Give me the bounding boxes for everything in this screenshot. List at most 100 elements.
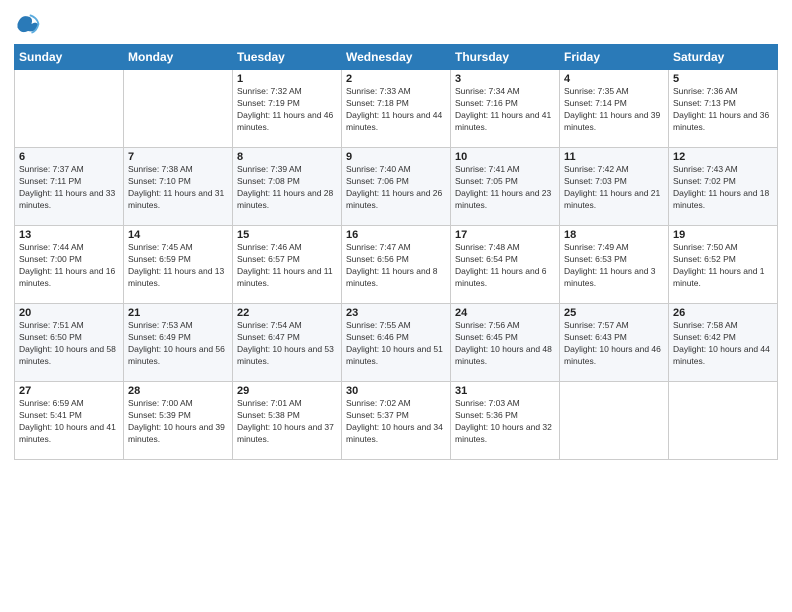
header-cell-thursday: Thursday — [451, 45, 560, 70]
page: SundayMondayTuesdayWednesdayThursdayFrid… — [0, 0, 792, 612]
calendar-cell: 14Sunrise: 7:45 AMSunset: 6:59 PMDayligh… — [124, 226, 233, 304]
day-info: Sunrise: 7:01 AMSunset: 5:38 PMDaylight:… — [237, 398, 337, 446]
day-info: Sunrise: 7:51 AMSunset: 6:50 PMDaylight:… — [19, 320, 119, 368]
day-number: 1 — [237, 73, 337, 85]
day-info: Sunrise: 7:50 AMSunset: 6:52 PMDaylight:… — [673, 242, 773, 290]
calendar-cell: 21Sunrise: 7:53 AMSunset: 6:49 PMDayligh… — [124, 304, 233, 382]
day-info: Sunrise: 7:38 AMSunset: 7:10 PMDaylight:… — [128, 164, 228, 212]
day-info: Sunrise: 7:57 AMSunset: 6:43 PMDaylight:… — [564, 320, 664, 368]
calendar-cell: 23Sunrise: 7:55 AMSunset: 6:46 PMDayligh… — [342, 304, 451, 382]
calendar-row-1: 6Sunrise: 7:37 AMSunset: 7:11 PMDaylight… — [15, 148, 778, 226]
day-info: Sunrise: 7:34 AMSunset: 7:16 PMDaylight:… — [455, 86, 555, 134]
day-number: 23 — [346, 307, 446, 319]
calendar-cell: 4Sunrise: 7:35 AMSunset: 7:14 PMDaylight… — [560, 70, 669, 148]
day-number: 24 — [455, 307, 555, 319]
calendar-cell: 1Sunrise: 7:32 AMSunset: 7:19 PMDaylight… — [233, 70, 342, 148]
day-info: Sunrise: 7:36 AMSunset: 7:13 PMDaylight:… — [673, 86, 773, 134]
calendar-table: SundayMondayTuesdayWednesdayThursdayFrid… — [14, 44, 778, 460]
calendar-cell: 26Sunrise: 7:58 AMSunset: 6:42 PMDayligh… — [669, 304, 778, 382]
day-info: Sunrise: 7:45 AMSunset: 6:59 PMDaylight:… — [128, 242, 228, 290]
day-info: Sunrise: 7:55 AMSunset: 6:46 PMDaylight:… — [346, 320, 446, 368]
calendar-cell: 16Sunrise: 7:47 AMSunset: 6:56 PMDayligh… — [342, 226, 451, 304]
calendar-cell: 30Sunrise: 7:02 AMSunset: 5:37 PMDayligh… — [342, 382, 451, 460]
day-info: Sunrise: 7:56 AMSunset: 6:45 PMDaylight:… — [455, 320, 555, 368]
day-info: Sunrise: 7:00 AMSunset: 5:39 PMDaylight:… — [128, 398, 228, 446]
day-info: Sunrise: 7:40 AMSunset: 7:06 PMDaylight:… — [346, 164, 446, 212]
day-info: Sunrise: 7:48 AMSunset: 6:54 PMDaylight:… — [455, 242, 555, 290]
day-number: 5 — [673, 73, 773, 85]
day-info: Sunrise: 7:35 AMSunset: 7:14 PMDaylight:… — [564, 86, 664, 134]
header-cell-tuesday: Tuesday — [233, 45, 342, 70]
calendar-cell: 5Sunrise: 7:36 AMSunset: 7:13 PMDaylight… — [669, 70, 778, 148]
day-info: Sunrise: 7:32 AMSunset: 7:19 PMDaylight:… — [237, 86, 337, 134]
header-cell-saturday: Saturday — [669, 45, 778, 70]
header — [14, 10, 778, 38]
header-cell-wednesday: Wednesday — [342, 45, 451, 70]
calendar-cell: 29Sunrise: 7:01 AMSunset: 5:38 PMDayligh… — [233, 382, 342, 460]
day-number: 20 — [19, 307, 119, 319]
calendar-cell: 22Sunrise: 7:54 AMSunset: 6:47 PMDayligh… — [233, 304, 342, 382]
calendar-cell: 3Sunrise: 7:34 AMSunset: 7:16 PMDaylight… — [451, 70, 560, 148]
day-info: Sunrise: 7:33 AMSunset: 7:18 PMDaylight:… — [346, 86, 446, 134]
calendar-row-0: 1Sunrise: 7:32 AMSunset: 7:19 PMDaylight… — [15, 70, 778, 148]
day-info: Sunrise: 7:46 AMSunset: 6:57 PMDaylight:… — [237, 242, 337, 290]
day-number: 26 — [673, 307, 773, 319]
calendar-row-3: 20Sunrise: 7:51 AMSunset: 6:50 PMDayligh… — [15, 304, 778, 382]
day-info: Sunrise: 7:58 AMSunset: 6:42 PMDaylight:… — [673, 320, 773, 368]
calendar-cell — [15, 70, 124, 148]
day-number: 3 — [455, 73, 555, 85]
day-number: 21 — [128, 307, 228, 319]
calendar-cell: 24Sunrise: 7:56 AMSunset: 6:45 PMDayligh… — [451, 304, 560, 382]
day-info: Sunrise: 7:44 AMSunset: 7:00 PMDaylight:… — [19, 242, 119, 290]
day-number: 17 — [455, 229, 555, 241]
day-info: Sunrise: 7:42 AMSunset: 7:03 PMDaylight:… — [564, 164, 664, 212]
day-info: Sunrise: 7:43 AMSunset: 7:02 PMDaylight:… — [673, 164, 773, 212]
day-number: 10 — [455, 151, 555, 163]
calendar-row-2: 13Sunrise: 7:44 AMSunset: 7:00 PMDayligh… — [15, 226, 778, 304]
day-info: Sunrise: 7:54 AMSunset: 6:47 PMDaylight:… — [237, 320, 337, 368]
calendar-cell: 19Sunrise: 7:50 AMSunset: 6:52 PMDayligh… — [669, 226, 778, 304]
day-number: 28 — [128, 385, 228, 397]
calendar-cell: 28Sunrise: 7:00 AMSunset: 5:39 PMDayligh… — [124, 382, 233, 460]
calendar-cell: 9Sunrise: 7:40 AMSunset: 7:06 PMDaylight… — [342, 148, 451, 226]
day-number: 19 — [673, 229, 773, 241]
calendar-cell: 18Sunrise: 7:49 AMSunset: 6:53 PMDayligh… — [560, 226, 669, 304]
day-number: 25 — [564, 307, 664, 319]
calendar-cell: 20Sunrise: 7:51 AMSunset: 6:50 PMDayligh… — [15, 304, 124, 382]
day-number: 6 — [19, 151, 119, 163]
calendar-cell: 6Sunrise: 7:37 AMSunset: 7:11 PMDaylight… — [15, 148, 124, 226]
day-number: 4 — [564, 73, 664, 85]
day-number: 13 — [19, 229, 119, 241]
day-number: 16 — [346, 229, 446, 241]
calendar-cell: 12Sunrise: 7:43 AMSunset: 7:02 PMDayligh… — [669, 148, 778, 226]
logo — [14, 10, 46, 38]
calendar-cell: 31Sunrise: 7:03 AMSunset: 5:36 PMDayligh… — [451, 382, 560, 460]
calendar-cell: 7Sunrise: 7:38 AMSunset: 7:10 PMDaylight… — [124, 148, 233, 226]
day-number: 14 — [128, 229, 228, 241]
day-number: 8 — [237, 151, 337, 163]
day-info: Sunrise: 7:53 AMSunset: 6:49 PMDaylight:… — [128, 320, 228, 368]
calendar-cell: 8Sunrise: 7:39 AMSunset: 7:08 PMDaylight… — [233, 148, 342, 226]
calendar-cell — [124, 70, 233, 148]
day-info: Sunrise: 7:41 AMSunset: 7:05 PMDaylight:… — [455, 164, 555, 212]
day-info: Sunrise: 7:37 AMSunset: 7:11 PMDaylight:… — [19, 164, 119, 212]
calendar-cell: 27Sunrise: 6:59 AMSunset: 5:41 PMDayligh… — [15, 382, 124, 460]
day-info: Sunrise: 7:47 AMSunset: 6:56 PMDaylight:… — [346, 242, 446, 290]
header-cell-sunday: Sunday — [15, 45, 124, 70]
calendar-cell — [669, 382, 778, 460]
day-number: 30 — [346, 385, 446, 397]
day-number: 11 — [564, 151, 664, 163]
day-info: Sunrise: 6:59 AMSunset: 5:41 PMDaylight:… — [19, 398, 119, 446]
calendar-cell: 11Sunrise: 7:42 AMSunset: 7:03 PMDayligh… — [560, 148, 669, 226]
day-info: Sunrise: 7:02 AMSunset: 5:37 PMDaylight:… — [346, 398, 446, 446]
day-number: 31 — [455, 385, 555, 397]
calendar-cell — [560, 382, 669, 460]
header-cell-friday: Friday — [560, 45, 669, 70]
day-info: Sunrise: 7:39 AMSunset: 7:08 PMDaylight:… — [237, 164, 337, 212]
day-info: Sunrise: 7:03 AMSunset: 5:36 PMDaylight:… — [455, 398, 555, 446]
day-number: 15 — [237, 229, 337, 241]
calendar-cell: 13Sunrise: 7:44 AMSunset: 7:00 PMDayligh… — [15, 226, 124, 304]
calendar-cell: 17Sunrise: 7:48 AMSunset: 6:54 PMDayligh… — [451, 226, 560, 304]
logo-icon — [14, 10, 42, 38]
header-cell-monday: Monday — [124, 45, 233, 70]
